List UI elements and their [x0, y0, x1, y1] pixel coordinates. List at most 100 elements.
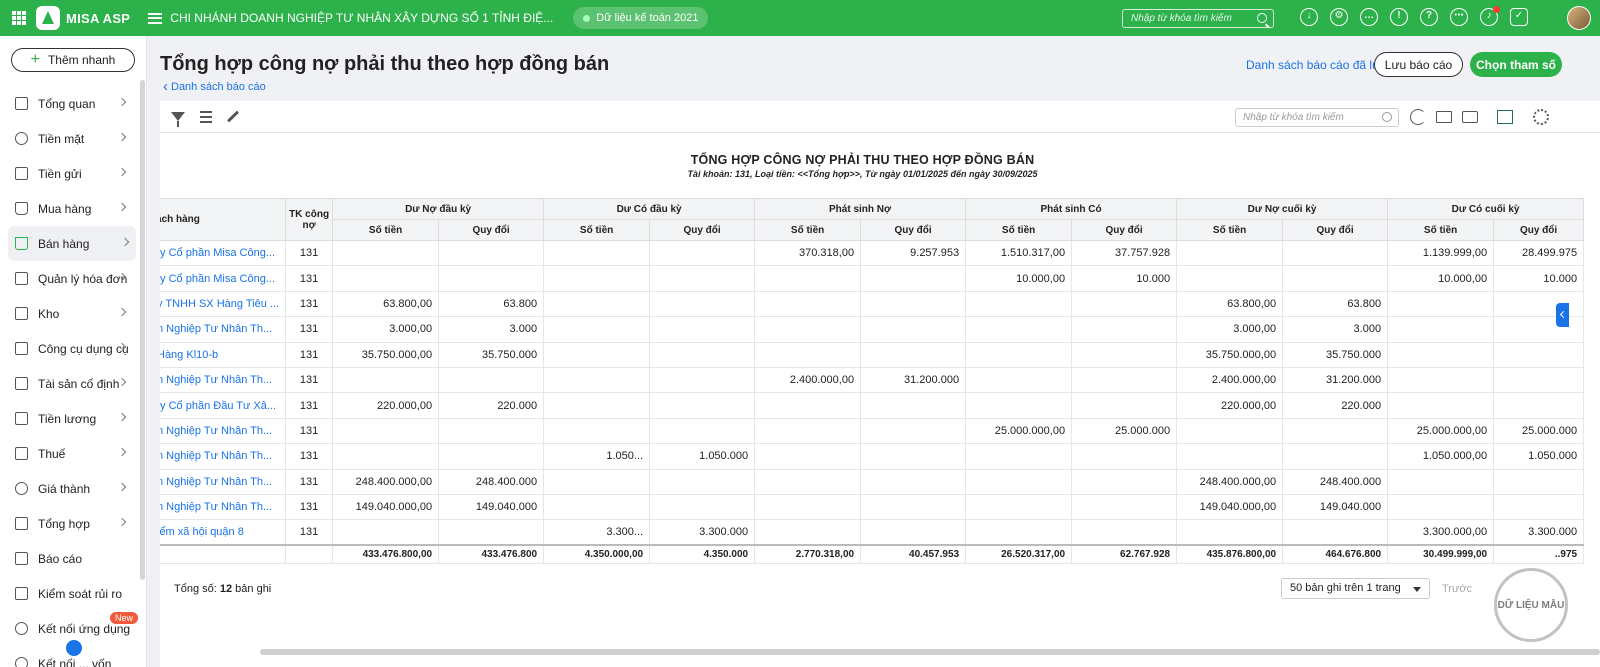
- help-icon[interactable]: ?: [1420, 8, 1438, 26]
- notification-bell-icon[interactable]: !: [1390, 8, 1408, 26]
- sidebar-item-tong-quan[interactable]: Tổng quan: [0, 86, 147, 121]
- saved-reports-link[interactable]: Danh sách báo cáo đã lưu: [1246, 58, 1387, 72]
- customer-cell[interactable]: n Nghiệp Tư Nhân Th...: [160, 316, 287, 343]
- column-settings-icon[interactable]: [196, 111, 212, 127]
- subcol-so-tien[interactable]: Số tiền: [332, 219, 440, 241]
- menu-toggle-icon[interactable]: [148, 12, 163, 24]
- customer-cell[interactable]: n Nghiệp Tư Nhân Th...: [160, 417, 287, 445]
- table-row[interactable]: ty Cổ phần Misa Công... 131 10.000,00 10.00…: [160, 265, 1585, 292]
- customer-cell[interactable]: n Nghiệp Tư Nhân Th...: [160, 366, 287, 394]
- settings-icon[interactable]: ⚙: [1330, 8, 1348, 26]
- user-avatar[interactable]: [1567, 6, 1591, 30]
- subcol-so-tien[interactable]: Số tiền: [754, 219, 862, 241]
- col-customer[interactable]: ách hàng: [160, 198, 287, 241]
- sidebar-item-cong-cu-dung-cu[interactable]: Công cụ dụng cụ: [0, 331, 147, 366]
- sidebar-item-tien-mat[interactable]: Tiền mặt: [0, 121, 147, 156]
- choose-params-button[interactable]: Chọn tham số: [1470, 52, 1562, 77]
- sidebar-item-tong-hop[interactable]: Tổng hợp: [0, 506, 147, 541]
- col-tk-cong-no[interactable]: TK công nợ: [285, 198, 334, 241]
- sidebar-item-label: Thuế: [38, 446, 66, 461]
- global-search-input[interactable]: Nhập từ khóa tìm kiếm: [1122, 9, 1274, 28]
- subcol-quy-doi[interactable]: Quy đổi: [860, 219, 967, 241]
- sidebar-scrollbar[interactable]: [140, 80, 145, 580]
- filter-icon[interactable]: [171, 112, 185, 127]
- table-row[interactable]: n Nghiệp Tư Nhân Th... 131 248.400.000,00 2…: [160, 468, 1585, 495]
- table-row[interactable]: ty Cổ phần Đầu Tư Xâ... 131 220.000,00 220.…: [160, 392, 1585, 419]
- account-cell: 131: [285, 341, 334, 368]
- sidebar-item-ban-hang[interactable]: Bán hàng: [8, 226, 136, 261]
- subcol-quy-doi[interactable]: Quy đổi: [438, 219, 545, 241]
- subcol-quy-doi[interactable]: Quy đổi: [649, 219, 756, 241]
- table-row[interactable]: n Nghiệp Tư Nhân Th... 131 149.040.000,00 1…: [160, 493, 1585, 521]
- customer-cell[interactable]: n Nghiệp Tư Nhân Th...: [160, 443, 287, 470]
- table-row[interactable]: iểm xã hội quận 8 131 3.300... 3.300.000 3.3…: [160, 519, 1585, 546]
- customer-cell[interactable]: ty Cổ phần Misa Công...: [160, 265, 287, 292]
- prev-page-button[interactable]: Trước: [1442, 583, 1472, 595]
- customer-cell[interactable]: n Nghiệp Tư Nhân Th...: [160, 468, 287, 495]
- amount-cell: 1.050.000,00: [1387, 443, 1495, 470]
- table-row[interactable]: n Nghiệp Tư Nhân Th... 131 25.000.000,00 25…: [160, 417, 1585, 445]
- group-phat-sinh-no: Phát sinh Nợ: [754, 198, 967, 220]
- table-row[interactable]: n Nghiệp Tư Nhân Th... 131 3.000,00 3.000 3.…: [160, 316, 1585, 343]
- amount-cell: 3.000: [438, 316, 545, 343]
- back-to-report-list-link[interactable]: Danh sách báo cáo: [163, 77, 266, 94]
- sidebar-item-thue[interactable]: Thuế: [0, 436, 147, 471]
- table-row[interactable]: y TNHH SX Hàng Tiêu ... 131 63.800,00 63.80…: [160, 290, 1585, 318]
- table-row[interactable]: Hàng Kl10-b 131 35.750.000,00 35.750.000 35.…: [160, 341, 1585, 368]
- scroll-up-icon[interactable]: [66, 640, 82, 656]
- subcol-quy-doi[interactable]: Quy đổi: [1071, 219, 1178, 241]
- customer-cell[interactable]: ty Cổ phần Misa Công...: [160, 239, 287, 267]
- horizontal-scrollbar[interactable]: [260, 649, 1600, 655]
- subcol-quy-doi[interactable]: Quy đổi: [1493, 219, 1585, 241]
- sidebar-item-gia-thanh[interactable]: Giá thành: [0, 471, 147, 506]
- gear-icon[interactable]: [1533, 109, 1549, 125]
- gift-icon[interactable]: ✓: [1510, 8, 1528, 26]
- customer-cell[interactable]: y TNHH SX Hàng Tiêu ...: [160, 290, 287, 318]
- sidebar-item-tai-san-co-dinh[interactable]: Tài sản cố định: [0, 366, 147, 401]
- chat-icon[interactable]: …: [1360, 8, 1378, 26]
- table-row[interactable]: n Nghiệp Tư Nhân Th... 131 2.400.000,00 31.…: [160, 366, 1585, 394]
- table-row[interactable]: n Nghiệp Tư Nhân Th... 131 1.050... 1.050.0…: [160, 443, 1585, 470]
- sidebar-item-bao-cao[interactable]: Báo cáo: [0, 541, 147, 576]
- subcol-quy-doi[interactable]: Quy đổi: [1282, 219, 1389, 241]
- sidebar-item-quan-ly-hoa-don[interactable]: Quản lý hóa đơn: [0, 261, 147, 296]
- print-icon[interactable]: [1462, 111, 1478, 123]
- search-icon[interactable]: [1257, 13, 1267, 23]
- more-icon[interactable]: ⋯: [1450, 8, 1468, 26]
- app-logo[interactable]: MISA ASP: [36, 6, 130, 30]
- panel-collapse-toggle[interactable]: [1556, 303, 1569, 327]
- subcol-so-tien[interactable]: Số tiền: [965, 219, 1073, 241]
- subcol-so-tien[interactable]: Số tiền: [1176, 219, 1284, 241]
- dataset-selector[interactable]: Dữ liệu kế toán 2021: [573, 7, 709, 29]
- customer-cell[interactable]: n Nghiệp Tư Nhân Th...: [160, 493, 287, 521]
- amount-cell: [543, 316, 651, 343]
- edit-icon[interactable]: [226, 110, 240, 123]
- search-icon[interactable]: [1382, 112, 1392, 122]
- quick-add-button[interactable]: + Thêm nhanh: [11, 48, 135, 72]
- download-icon[interactable]: ↓: [1300, 8, 1318, 26]
- amount-cell: [1493, 366, 1585, 394]
- amount-cell: [1387, 316, 1495, 343]
- brand-name: MISA ASP: [66, 10, 131, 26]
- sidebar-item-label: Quản lý hóa đơn: [38, 271, 128, 286]
- branch-name[interactable]: CHI NHÁNH DOANH NGHIỆP TƯ NHÂN XÂY DỰNG …: [170, 11, 553, 25]
- email-icon[interactable]: [1436, 111, 1452, 123]
- sidebar-item-tien-gui[interactable]: Tiền gửi: [0, 156, 147, 191]
- page-size-select[interactable]: 50 bản ghi trên 1 trang: [1281, 578, 1430, 599]
- subcol-so-tien[interactable]: Số tiền: [543, 219, 651, 241]
- refresh-icon[interactable]: [1410, 109, 1426, 125]
- support-icon[interactable]: ♪: [1480, 6, 1500, 26]
- save-report-button[interactable]: Lưu báo cáo: [1374, 52, 1463, 77]
- customer-cell[interactable]: iểm xã hội quận 8: [160, 519, 287, 546]
- table-row[interactable]: ty Cổ phần Misa Công... 131 370.318,00 9.25…: [160, 239, 1585, 267]
- subcol-so-tien[interactable]: Số tiền: [1387, 219, 1495, 241]
- sidebar-item-mua-hang[interactable]: Mua hàng: [0, 191, 147, 226]
- excel-export-icon[interactable]: [1497, 110, 1513, 124]
- customer-cell[interactable]: ty Cổ phần Đầu Tư Xâ...: [160, 392, 287, 419]
- report-search-input[interactable]: Nhập từ khóa tìm kiếm: [1235, 108, 1399, 127]
- sidebar-item-kho[interactable]: Kho: [0, 296, 147, 331]
- sidebar-item-kiem-soat-rui-ro[interactable]: Kiểm soát rủi ro: [0, 576, 147, 611]
- apps-grid-icon[interactable]: [12, 11, 26, 25]
- sidebar-item-tien-luong[interactable]: Tiền lương: [0, 401, 147, 436]
- customer-cell[interactable]: Hàng Kl10-b: [160, 341, 287, 368]
